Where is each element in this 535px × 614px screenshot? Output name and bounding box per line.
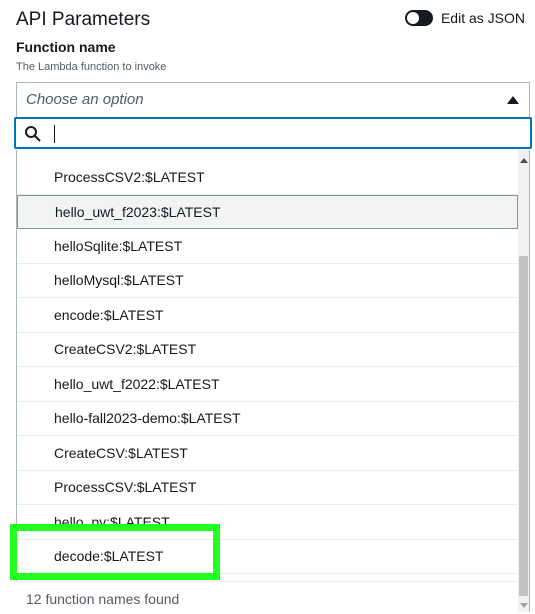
text-cursor bbox=[54, 125, 55, 143]
toggle-knob bbox=[406, 12, 419, 24]
function-name-label: Function name bbox=[16, 39, 116, 55]
option-item[interactable]: hello-fall2023-demo:$LATEST bbox=[17, 402, 518, 436]
page-title: API Parameters bbox=[16, 9, 151, 30]
function-search-input[interactable] bbox=[14, 117, 532, 149]
scroll-down-arrow-icon[interactable] bbox=[520, 603, 528, 608]
option-item[interactable]: ProcessCSV:$LATEST bbox=[17, 471, 518, 505]
option-item[interactable]: encode:$LATEST bbox=[17, 298, 518, 333]
function-name-description: The Lambda function to invoke bbox=[16, 61, 167, 73]
scrollbar-thumb[interactable] bbox=[519, 256, 528, 596]
select-placeholder: Choose an option bbox=[26, 91, 144, 108]
option-item[interactable]: hello_py:$LATEST bbox=[17, 505, 518, 540]
options-list: ProcessCSV2:$LATEST hello_uwt_f2023:$LAT… bbox=[16, 150, 518, 612]
option-item[interactable]: hello_uwt_f2022:$LATEST bbox=[17, 367, 518, 402]
option-item[interactable]: decode:$LATEST bbox=[17, 540, 518, 574]
search-icon bbox=[25, 126, 41, 142]
option-item[interactable]: helloSqlite:$LATEST bbox=[17, 229, 518, 264]
edit-as-json-toggle[interactable]: Edit as JSON bbox=[404, 10, 525, 26]
function-name-select[interactable]: Choose an option bbox=[16, 82, 530, 118]
caret-up-icon[interactable] bbox=[507, 96, 519, 104]
edit-as-json-label: Edit as JSON bbox=[440, 10, 525, 26]
option-item[interactable]: ProcessCSV2:$LATEST bbox=[17, 160, 518, 195]
results-status: 12 function names found bbox=[16, 581, 518, 613]
option-item[interactable]: hello_uwt_f2023:$LATEST bbox=[17, 194, 518, 229]
list-scrollbar[interactable] bbox=[518, 150, 530, 612]
option-item[interactable]: CreateCSV2:$LATEST bbox=[17, 333, 518, 367]
option-item[interactable]: helloMysql:$LATEST bbox=[17, 264, 518, 298]
toggle-switch[interactable] bbox=[404, 10, 433, 26]
option-item[interactable]: CreateCSV:$LATEST bbox=[17, 436, 518, 471]
scroll-up-arrow-icon[interactable] bbox=[520, 158, 528, 163]
